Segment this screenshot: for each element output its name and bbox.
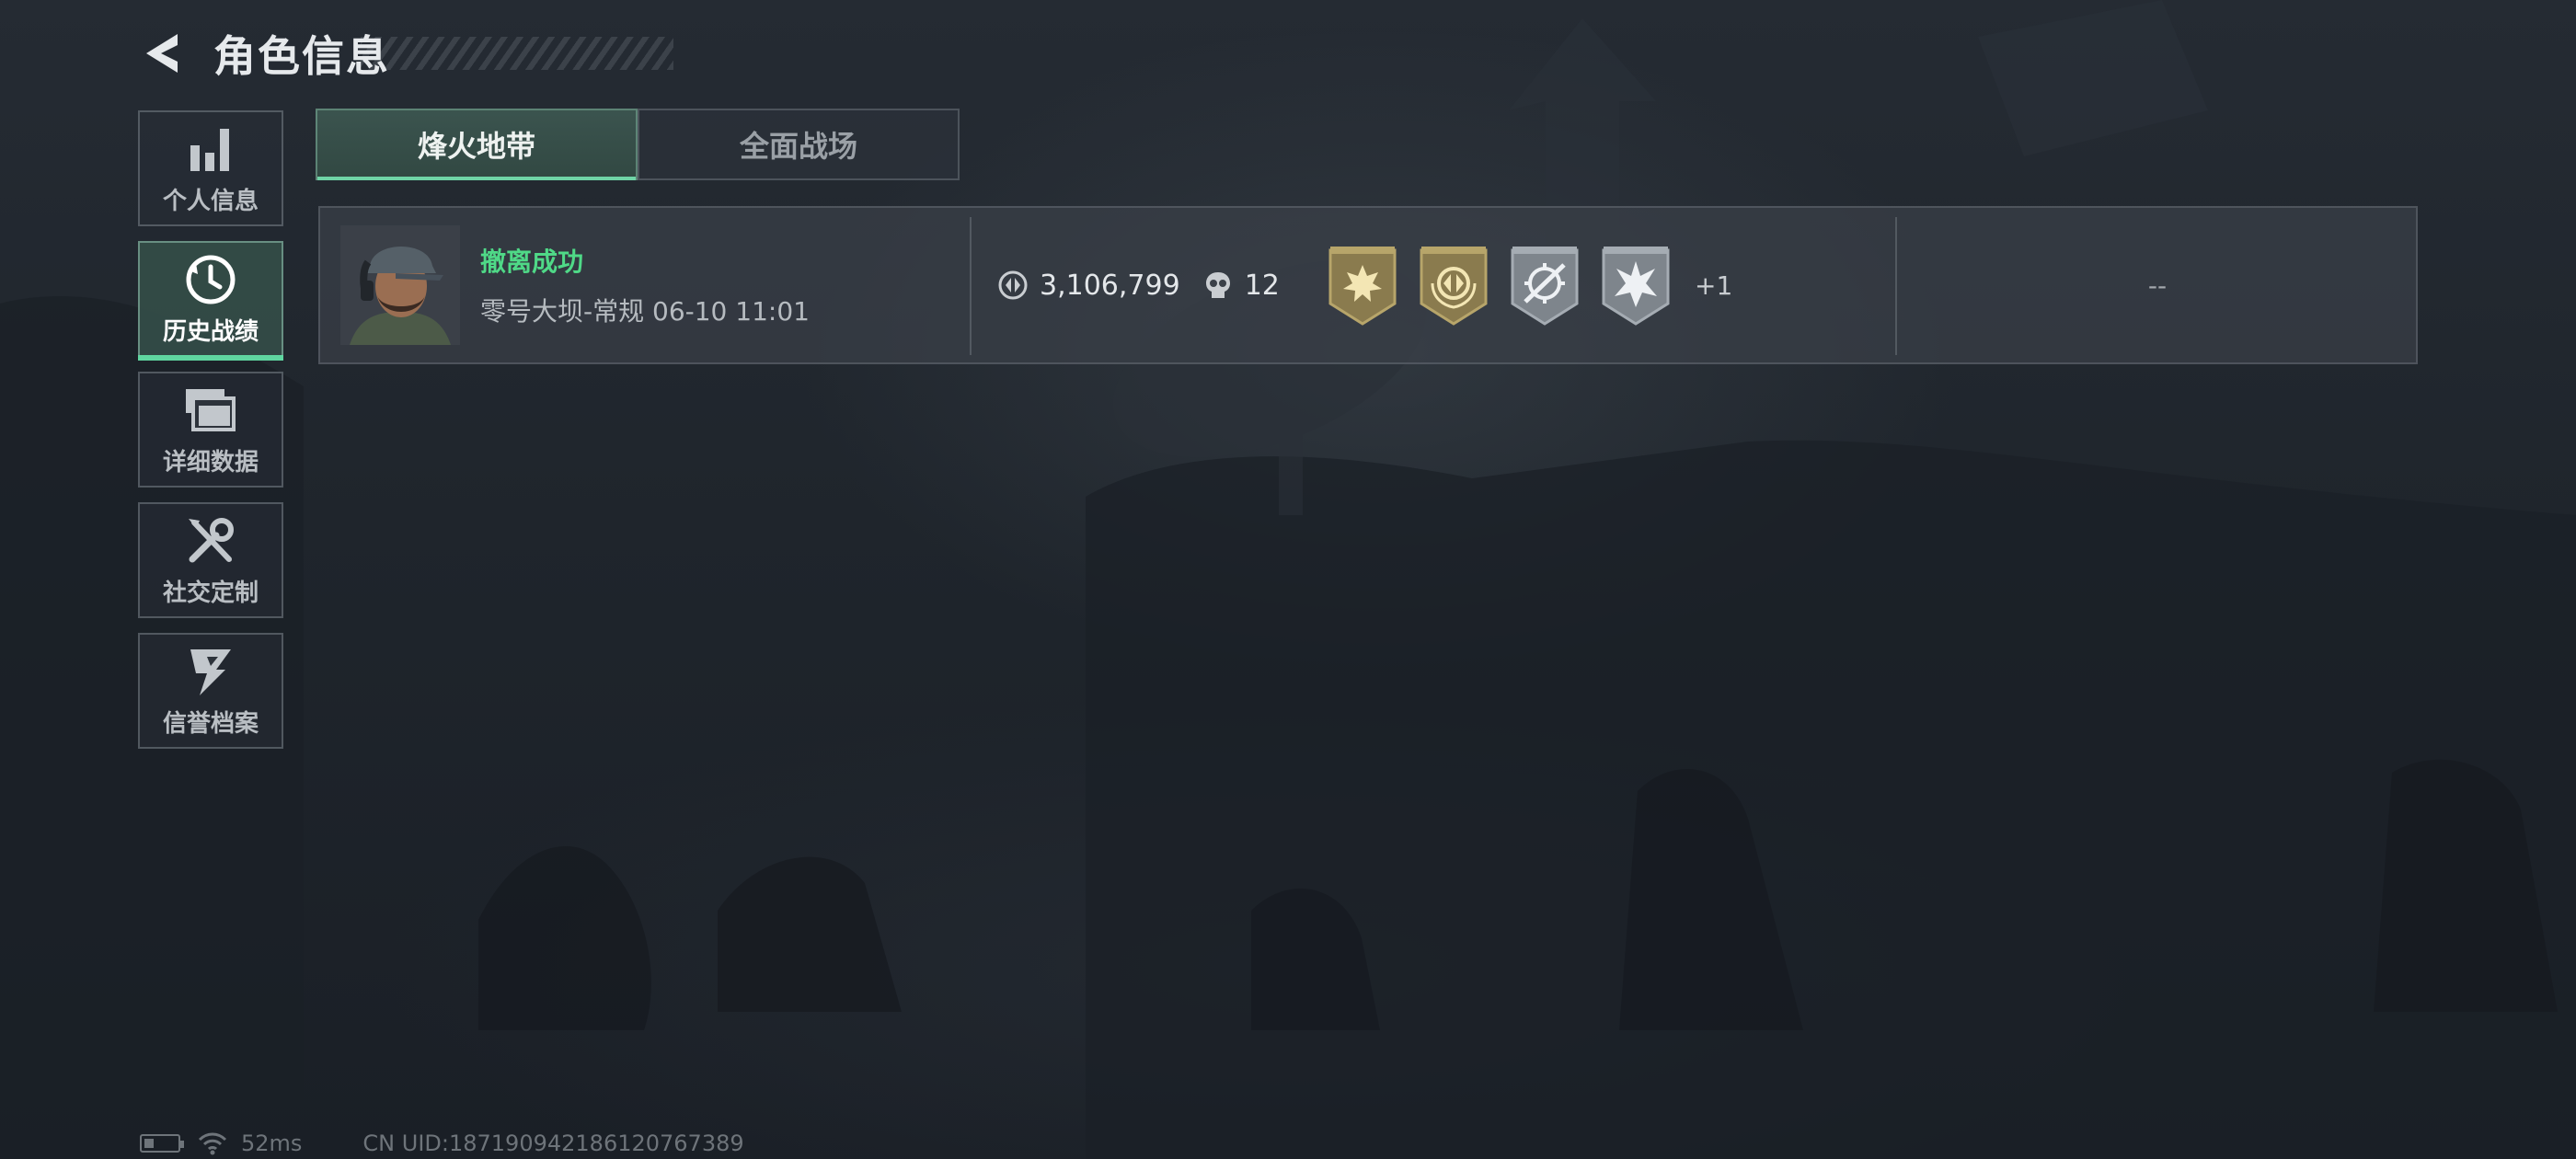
sidebar-item-social[interactable]: 社交定制 (138, 502, 283, 618)
title-decoration (361, 37, 673, 70)
status-bar: 52ms CN UID:18719094218612076​7389 (140, 1130, 744, 1157)
divider (970, 217, 972, 355)
match-record-row[interactable]: 撤离成功 零号大坝-常规 06-10 11:01 3,106,799 12 +1… (318, 206, 2418, 364)
kill-count: 12 (1244, 269, 1280, 302)
badge-list: +1 (1327, 208, 1732, 362)
wrench-screwdriver-icon (183, 513, 238, 568)
sidebar: 个人信息 历史战绩 详细数据 社交定制 信誉档案 (138, 110, 285, 763)
lightning-shield-icon (183, 644, 238, 699)
match-info: 撤离成功 零号大坝-常规 06-10 11:01 (480, 242, 810, 328)
currency-icon (997, 270, 1029, 301)
operator-avatar (340, 225, 460, 345)
page-header: 角色信息 (138, 26, 673, 81)
back-arrow-icon (146, 34, 178, 73)
stacked-folders-icon (183, 383, 238, 438)
sidebar-item-detailed-data[interactable]: 详细数据 (138, 372, 283, 488)
gold-sunburst-badge-icon[interactable] (1327, 245, 1398, 326)
ping-latency: 52ms (241, 1130, 303, 1156)
title-area: 角色信息 (213, 26, 673, 81)
sidebar-item-label: 历史战绩 (162, 317, 259, 346)
sidebar-item-reputation[interactable]: 信誉档案 (138, 633, 283, 749)
sidebar-item-label: 信誉档案 (162, 709, 259, 738)
sidebar-item-personal-info[interactable]: 个人信息 (138, 110, 283, 226)
extraction-status: 撤离成功 (480, 247, 584, 277)
record-extra-value: -- (2147, 270, 2168, 301)
silver-burst-badge-icon[interactable] (1600, 245, 1672, 326)
sidebar-item-label: 个人信息 (162, 187, 259, 215)
sidebar-item-label: 社交定制 (162, 579, 259, 607)
gold-crest-badge-icon[interactable] (1418, 245, 1489, 326)
mode-tabs: 烽火地带 全面战场 (316, 109, 960, 180)
match-stats: 3,106,799 12 (997, 208, 1302, 362)
silver-crosshair-badge-icon[interactable] (1509, 245, 1581, 326)
more-badges-count[interactable]: +1 (1695, 270, 1732, 301)
user-uid: CN UID:18719094218612076​7389 (362, 1130, 744, 1156)
sidebar-item-label: 详细数据 (162, 448, 259, 476)
history-clock-icon (183, 252, 238, 307)
back-button[interactable] (138, 28, 186, 79)
skull-icon (1202, 270, 1234, 301)
tab-beacon-zone[interactable]: 烽火地带 (316, 109, 638, 180)
battery-icon (140, 1134, 184, 1153)
currency-value: 3,106,799 (1040, 269, 1180, 302)
wifi-icon (197, 1130, 228, 1156)
page-title: 角色信息 (213, 31, 390, 81)
tab-full-battlefield[interactable]: 全面战场 (638, 109, 960, 180)
map-and-time: 零号大坝-常规 06-10 11:01 (480, 296, 810, 327)
sidebar-item-history[interactable]: 历史战绩 (138, 241, 283, 361)
bar-chart-icon (183, 121, 238, 177)
